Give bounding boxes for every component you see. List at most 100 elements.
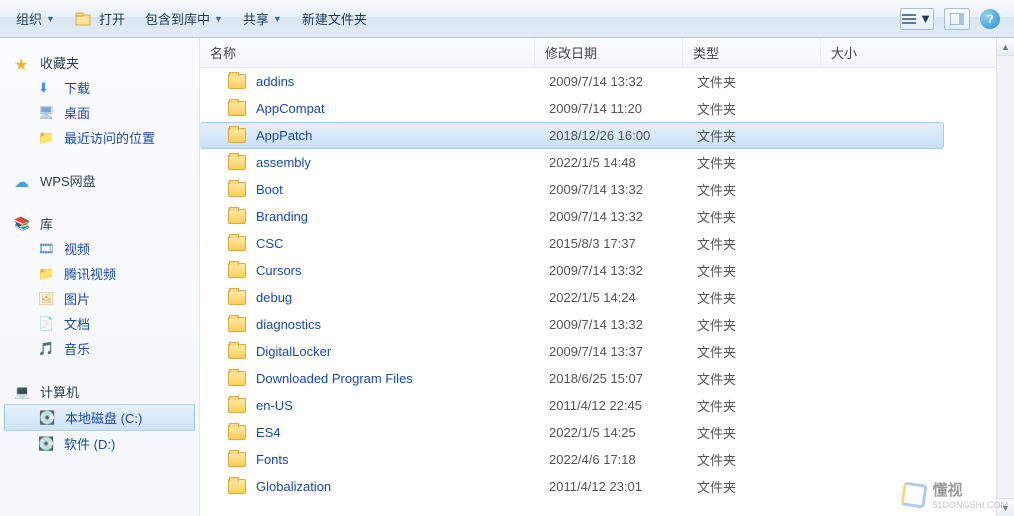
preview-pane-button[interactable] (944, 8, 970, 30)
view-options-button[interactable]: ▼ (900, 8, 934, 30)
file-name: ES4 (256, 425, 281, 440)
file-name: DigitalLocker (256, 344, 331, 359)
watermark: 懂视 51DONGSHI.COM (902, 479, 1008, 510)
table-row[interactable]: CSC2015/8/3 17:37文件夹 (200, 230, 1014, 257)
sidebar-item-label: 本地磁盘 (C:) (65, 408, 142, 427)
table-row[interactable]: Cursors2009/7/14 13:32文件夹 (200, 257, 1014, 284)
file-name: diagnostics (256, 317, 321, 332)
favorites-header[interactable]: ★ 收藏夹 (0, 50, 199, 75)
sidebar-item-label: 最近访问的位置 (64, 128, 155, 147)
file-date: 2022/1/5 14:25 (549, 425, 697, 440)
table-row[interactable]: Downloaded Program Files2018/6/25 15:07文… (200, 365, 1014, 392)
documents-icon: 📄 (38, 316, 56, 332)
favorites-label: 收藏夹 (40, 53, 79, 72)
table-row[interactable]: diagnostics 2009/7/14 13:32文件夹 (200, 311, 1014, 338)
organize-button[interactable]: 组织 ▼ (6, 5, 65, 33)
table-row[interactable]: DigitalLocker2009/7/14 13:37文件夹 (200, 338, 1014, 365)
wps-header[interactable]: ☁ WPS网盘 (0, 168, 199, 193)
sidebar-item-tencent-video[interactable]: 📁 腾讯视频 (0, 261, 199, 286)
folder-icon (228, 398, 246, 413)
sidebar-item-label: 桌面 (64, 103, 90, 122)
column-header-type[interactable]: 类型 (683, 38, 821, 67)
sidebar-item-videos[interactable]: 🎞 视频 (0, 236, 199, 261)
file-name: assembly (256, 155, 311, 170)
view-icon (902, 13, 916, 25)
file-list-pane: 名称 修改日期 类型 大小 addins2009/7/14 13:32文件夹Ap… (200, 38, 1014, 516)
table-row[interactable]: Fonts2022/4/6 17:18文件夹 (200, 446, 1014, 473)
folder-icon (228, 101, 246, 116)
table-row[interactable]: en-US2011/4/12 22:45文件夹 (200, 392, 1014, 419)
sidebar-item-documents[interactable]: 📄 文档 (0, 311, 199, 336)
sidebar-item-label: 图片 (64, 289, 90, 308)
file-date: 2011/4/12 23:01 (549, 479, 697, 494)
file-type: 文件夹 (697, 315, 835, 334)
folder-icon (228, 479, 246, 494)
computer-label: 计算机 (40, 382, 79, 401)
disk-icon: 💽 (39, 410, 57, 426)
computer-header[interactable]: 💻 计算机 (0, 379, 199, 404)
column-header-size[interactable]: 大小 (821, 38, 1014, 67)
vertical-scrollbar[interactable]: ▲ ▼ (996, 38, 1014, 516)
file-date: 2022/4/6 17:18 (549, 452, 697, 467)
sidebar-item-downloads[interactable]: ⬇ 下载 (0, 75, 199, 100)
file-name: Branding (256, 209, 308, 224)
table-row[interactable]: Globalization2011/4/12 23:01文件夹 (200, 473, 1014, 500)
table-row[interactable]: AppPatch2018/12/26 16:00文件夹 (200, 122, 944, 149)
wps-label: WPS网盘 (40, 171, 96, 190)
help-button[interactable]: ? (980, 9, 1000, 29)
sidebar-group-wps: ☁ WPS网盘 (0, 168, 199, 193)
chevron-down-icon: ▼ (46, 14, 55, 24)
scroll-up-button[interactable]: ▲ (997, 38, 1014, 56)
folder-icon (228, 452, 246, 467)
file-date: 2011/4/12 22:45 (549, 398, 697, 413)
table-row[interactable]: Branding 2009/7/14 13:32文件夹 (200, 203, 1014, 230)
share-button[interactable]: 共享 ▼ (233, 5, 292, 33)
sidebar-item-label: 下载 (64, 78, 90, 97)
new-folder-button[interactable]: 新建文件夹 (292, 5, 377, 33)
folder-icon (228, 209, 246, 224)
table-row[interactable]: ES42022/1/5 14:25文件夹 (200, 419, 1014, 446)
disk-icon: 💽 (38, 436, 56, 452)
sidebar-item-label: 腾讯视频 (64, 264, 116, 283)
file-date: 2015/8/3 17:37 (549, 236, 697, 251)
include-library-button[interactable]: 包含到库中 ▼ (135, 5, 233, 33)
sidebar-item-label: 软件 (D:) (64, 434, 115, 453)
table-row[interactable]: debug2022/1/5 14:24文件夹 (200, 284, 1014, 311)
table-row[interactable]: assembly2022/1/5 14:48文件夹 (200, 149, 1014, 176)
file-name: AppPatch (256, 128, 312, 143)
open-button[interactable]: 打开 (65, 5, 135, 33)
star-icon: ★ (14, 55, 32, 71)
sidebar-group-computer: 💻 计算机 💽 本地磁盘 (C:) 💽 软件 (D:) (0, 379, 199, 456)
table-row[interactable]: AppCompat2009/7/14 11:20文件夹 (200, 95, 1014, 122)
sidebar-item-label: 视频 (64, 239, 90, 258)
file-type: 文件夹 (697, 261, 835, 280)
table-row[interactable]: addins2009/7/14 13:32文件夹 (200, 68, 1014, 95)
file-type: 文件夹 (697, 234, 835, 253)
table-row[interactable]: Boot2009/7/14 13:32文件夹 (200, 176, 1014, 203)
sidebar-item-disk-c[interactable]: 💽 本地磁盘 (C:) (4, 404, 195, 431)
file-name: Downloaded Program Files (256, 371, 413, 386)
sidebar-item-pictures[interactable]: 🖼 图片 (0, 286, 199, 311)
cloud-icon: ☁ (14, 173, 32, 189)
file-date: 2009/7/14 13:32 (549, 317, 697, 332)
folder-icon (228, 155, 246, 170)
sidebar-item-disk-d[interactable]: 💽 软件 (D:) (0, 431, 199, 456)
file-name: debug (256, 290, 292, 305)
file-type: 文件夹 (697, 72, 835, 91)
file-date: 2022/1/5 14:24 (549, 290, 697, 305)
file-type: 文件夹 (697, 477, 835, 496)
folder-icon (228, 317, 246, 332)
sidebar-item-label: 音乐 (64, 339, 90, 358)
open-label: 打开 (99, 9, 125, 28)
libraries-header[interactable]: 📚 库 (0, 211, 199, 236)
column-header-date[interactable]: 修改日期 (535, 38, 683, 67)
sidebar-item-music[interactable]: 🎵 音乐 (0, 336, 199, 361)
column-header-name[interactable]: 名称 (200, 38, 535, 67)
sidebar-item-desktop[interactable]: 🖥 桌面 (0, 100, 199, 125)
include-label: 包含到库中 (145, 9, 210, 28)
file-date: 2009/7/14 13:32 (549, 209, 697, 224)
sidebar-item-recent[interactable]: 📁 最近访问的位置 (0, 125, 199, 150)
file-date: 2009/7/14 13:37 (549, 344, 697, 359)
file-type: 文件夹 (697, 207, 835, 226)
folder-icon (228, 182, 246, 197)
